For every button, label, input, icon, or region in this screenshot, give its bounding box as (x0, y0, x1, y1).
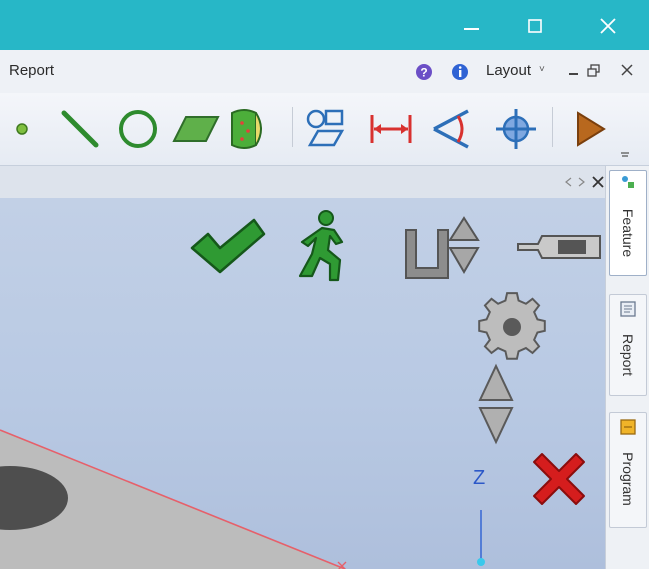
up-down-icon (478, 363, 514, 445)
depth-toggle-button[interactable] (400, 212, 500, 282)
line-tool-icon (61, 110, 99, 148)
minimize-button[interactable] (442, 0, 502, 50)
z-axis-indicator (477, 510, 485, 566)
maximize-button[interactable] (505, 0, 565, 50)
toolbar-overflow-icon[interactable] (618, 145, 632, 159)
view-tab-strip (0, 166, 610, 198)
cylinder-tool[interactable] (226, 101, 280, 155)
close-button[interactable] (578, 0, 638, 50)
plane-tool-icon (172, 116, 220, 142)
walk-button[interactable] (292, 208, 352, 288)
cylinder-tool-icon (231, 109, 262, 149)
info-icon[interactable] (450, 62, 470, 82)
probe-icon (517, 235, 601, 259)
cad-viewport[interactable]: Z (0, 198, 605, 569)
pane-close-icon[interactable] (620, 63, 634, 77)
pane-minimize-icon[interactable] (567, 64, 581, 78)
depth-toggle-icon (405, 216, 480, 279)
tab-feature-label: Feature (620, 208, 636, 258)
toolbar-separator (552, 107, 553, 147)
line-tool[interactable] (56, 101, 110, 155)
layout-menu[interactable]: Layout (486, 62, 531, 79)
plane-tool[interactable] (166, 101, 220, 155)
tab-program[interactable]: Program (609, 412, 647, 528)
play-tool-icon (577, 111, 606, 147)
align-tool-icon (306, 109, 345, 147)
scroll-left-icon[interactable] (563, 176, 575, 188)
distance-tool-icon (370, 115, 412, 143)
up-down-button[interactable] (476, 362, 516, 448)
maximize-icon (528, 19, 542, 33)
play-tool[interactable] (566, 101, 620, 155)
feature-tab-icon (622, 176, 634, 188)
circle-tool[interactable] (112, 101, 166, 155)
scroll-right-icon[interactable] (575, 176, 587, 188)
tab-report[interactable]: Report (609, 294, 647, 396)
cancel-icon (533, 453, 585, 505)
menu-report[interactable]: Report (9, 62, 54, 79)
pane-restore-icon[interactable] (586, 63, 602, 79)
minimize-icon (464, 28, 479, 30)
settings-icon (478, 292, 546, 360)
layout-dropdown-arrow[interactable]: ˅ (539, 64, 545, 75)
position-tool[interactable] (490, 101, 544, 155)
z-axis-label: Z (473, 467, 486, 489)
circle-tool-icon (119, 110, 157, 148)
help-icon[interactable]: ? (414, 62, 434, 82)
program-tab-icon (620, 419, 636, 435)
align-tool[interactable] (302, 101, 356, 155)
accept-button[interactable] (188, 216, 268, 278)
probe-button[interactable] (516, 222, 605, 272)
toolbar (0, 93, 649, 166)
tab-program-label: Program (620, 452, 636, 506)
toolbar-separator (292, 107, 293, 147)
angle-tool-icon (433, 109, 469, 149)
distance-tool[interactable] (366, 101, 420, 155)
report-tab-icon (620, 301, 636, 317)
point-tool[interactable] (6, 101, 36, 155)
svg-text:?: ? (420, 66, 427, 80)
angle-tool[interactable] (428, 101, 482, 155)
cancel-button[interactable] (526, 446, 592, 512)
tab-report-label: Report (620, 333, 636, 377)
right-dock: Feature Report Program (605, 166, 649, 569)
walk-icon (298, 210, 344, 282)
title-bar (0, 0, 649, 50)
accept-icon (190, 218, 266, 274)
point-tool-icon (16, 123, 28, 135)
strip-close-icon[interactable] (590, 174, 606, 190)
settings-button[interactable] (472, 288, 552, 366)
close-icon (600, 18, 616, 34)
menu-bar: Report ? Layout ˅ (0, 50, 649, 94)
position-tool-icon (496, 109, 536, 149)
tab-feature[interactable]: Feature (609, 170, 647, 276)
